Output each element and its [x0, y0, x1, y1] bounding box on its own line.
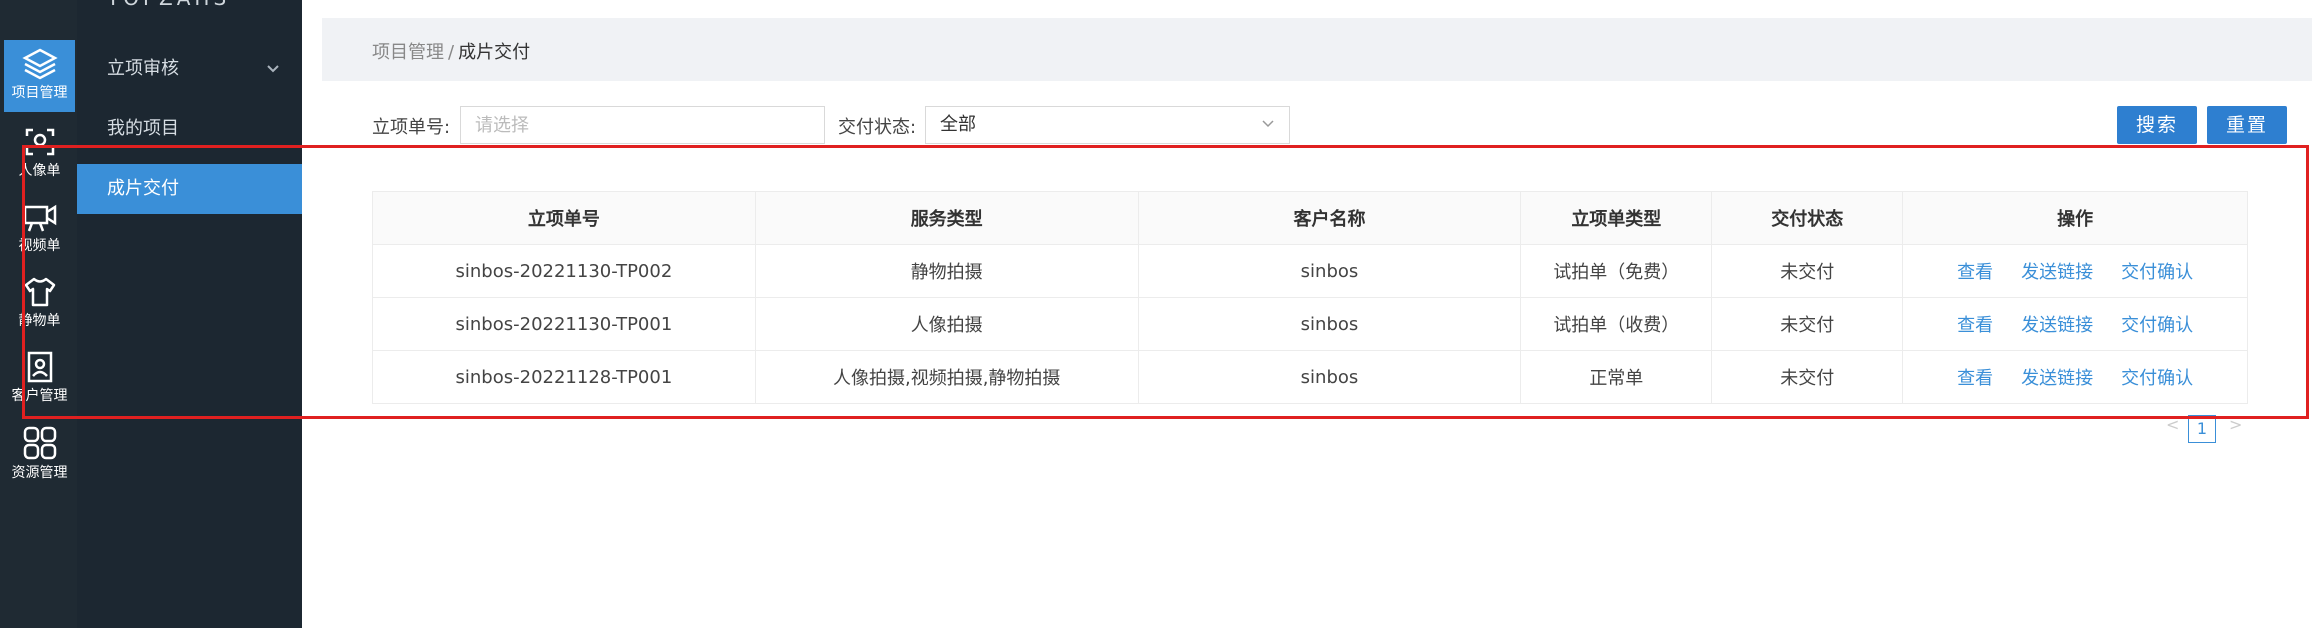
- menu-item-label: 成片交付: [107, 178, 179, 199]
- video-camera-icon: [23, 204, 56, 232]
- rail-item-resource-management[interactable]: 资源管理: [4, 418, 75, 490]
- delivery-status-value: 全部: [940, 114, 976, 135]
- menu-item-project-review[interactable]: 立项审核: [77, 44, 302, 94]
- table-row: sinbos-20221130-TP002 静物拍摄 sinbos 试拍单（免费…: [372, 244, 2248, 298]
- rail-label: 资源管理: [11, 465, 68, 481]
- confirm-delivery-link[interactable]: 交付确认: [2121, 315, 2193, 336]
- tshirt-icon: [24, 277, 55, 307]
- service-type-cell: 人像拍摄: [754, 297, 1139, 351]
- menu-item-label: 立项审核: [107, 58, 179, 79]
- rail-label: 项目管理: [11, 85, 68, 101]
- menu-item-film-delivery[interactable]: 成片交付: [77, 164, 302, 214]
- rail-item-portrait[interactable]: 人像单: [4, 118, 75, 190]
- breadcrumb-bar: 项目管理 / 成片交付: [322, 18, 2312, 81]
- order-number-cell: sinbos-20221130-TP001: [372, 297, 756, 351]
- service-type-cell: 人像拍摄,视频拍摄,静物拍摄: [754, 350, 1139, 404]
- sub-menu: TOPZAHS 立项审核 我的项目 成片交付: [77, 0, 302, 628]
- column-header: 立项单类型: [1520, 191, 1713, 245]
- order-number-cell: sinbos-20221130-TP002: [372, 244, 756, 298]
- actions-cell: 查看 发送链接 交付确认: [1902, 297, 2248, 351]
- breadcrumb-separator: /: [448, 42, 455, 63]
- column-header: 客户名称: [1137, 191, 1522, 245]
- reset-button[interactable]: 重置: [2207, 106, 2287, 144]
- send-link-link[interactable]: 发送链接: [2021, 368, 2093, 389]
- delivery-status-cell: 未交付: [1711, 297, 1904, 351]
- breadcrumb-current: 成片交付: [458, 42, 531, 63]
- grid-four-icon: [23, 426, 56, 460]
- delivery-table: 立项单号 服务类型 客户名称 立项单类型 交付状态 操作 sinbos-2022…: [372, 191, 2248, 404]
- order-number-label: 立项单号:: [372, 117, 451, 138]
- breadcrumb: 项目管理 / 成片交付: [372, 38, 530, 64]
- client-name-cell: sinbos: [1137, 244, 1522, 298]
- portrait-scan-icon: [25, 128, 54, 156]
- column-header: 操作: [1902, 191, 2248, 245]
- delivery-status-cell: 未交付: [1711, 244, 1904, 298]
- delivery-status-select[interactable]: 全部: [925, 106, 1290, 144]
- rail-label: 客户管理: [11, 388, 68, 404]
- layers-icon: [21, 48, 58, 80]
- rail-item-still-life[interactable]: 静物单: [4, 268, 75, 340]
- chevron-down-icon: [1261, 107, 1275, 157]
- table-row: sinbos-20221128-TP001 人像拍摄,视频拍摄,静物拍摄 sin…: [372, 350, 2248, 404]
- rail-label: 人像单: [18, 163, 61, 179]
- rail-label: 静物单: [18, 313, 61, 329]
- menu-item-label: 我的项目: [107, 118, 179, 139]
- client-name-cell: sinbos: [1137, 297, 1522, 351]
- rail-item-customer-management[interactable]: 客户管理: [4, 343, 75, 415]
- rail-label: 视频单: [18, 238, 61, 254]
- breadcrumb-parent[interactable]: 项目管理: [372, 42, 444, 63]
- app-logo: TOPZAHS: [107, 0, 230, 10]
- table-row: sinbos-20221130-TP001 人像拍摄 sinbos 试拍单（收费…: [372, 297, 2248, 351]
- page-number-current[interactable]: 1: [2188, 415, 2216, 443]
- delivery-status-label: 交付状态:: [838, 117, 917, 138]
- table-header-row: 立项单号 服务类型 客户名称 立项单类型 交付状态 操作: [372, 191, 2248, 245]
- view-link[interactable]: 查看: [1957, 368, 1993, 389]
- order-type-cell: 正常单: [1520, 350, 1713, 404]
- send-link-link[interactable]: 发送链接: [2021, 315, 2093, 336]
- column-header: 立项单号: [372, 191, 756, 245]
- confirm-delivery-link[interactable]: 交付确认: [2121, 262, 2193, 283]
- actions-cell: 查看 发送链接 交付确认: [1902, 350, 2248, 404]
- next-page-button[interactable]: >: [2229, 415, 2242, 434]
- column-header: 交付状态: [1711, 191, 1904, 245]
- contact-card-icon: [27, 351, 52, 383]
- menu-item-my-projects[interactable]: 我的项目: [77, 104, 302, 154]
- order-type-cell: 试拍单（免费）: [1520, 244, 1713, 298]
- view-link[interactable]: 查看: [1957, 315, 1993, 336]
- order-type-cell: 试拍单（收费）: [1520, 297, 1713, 351]
- delivery-status-cell: 未交付: [1711, 350, 1904, 404]
- service-type-cell: 静物拍摄: [754, 244, 1139, 298]
- rail-item-video[interactable]: 视频单: [4, 193, 75, 265]
- actions-cell: 查看 发送链接 交付确认: [1902, 244, 2248, 298]
- order-number-input[interactable]: [460, 106, 825, 144]
- prev-page-button[interactable]: <: [2166, 415, 2179, 434]
- client-name-cell: sinbos: [1137, 350, 1522, 404]
- column-header: 服务类型: [754, 191, 1139, 245]
- search-button[interactable]: 搜索: [2117, 106, 2197, 144]
- view-link[interactable]: 查看: [1957, 262, 1993, 283]
- confirm-delivery-link[interactable]: 交付确认: [2121, 368, 2193, 389]
- rail-item-project-management[interactable]: 项目管理: [4, 40, 75, 112]
- icon-rail: 项目管理 人像单 视频单 静物单 客户管理 资源管理: [0, 0, 77, 628]
- send-link-link[interactable]: 发送链接: [2021, 262, 2093, 283]
- order-number-cell: sinbos-20221128-TP001: [372, 350, 756, 404]
